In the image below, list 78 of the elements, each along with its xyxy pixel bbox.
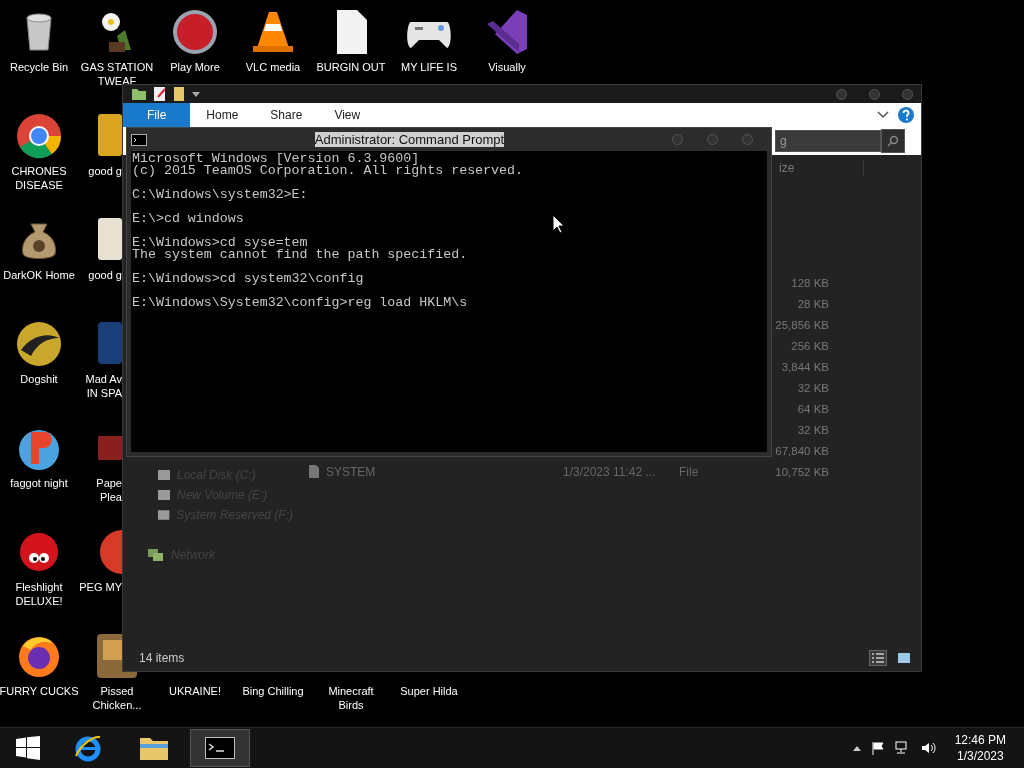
icon-label[interactable]: DarkOK Home [3,268,75,282]
icon-label[interactable]: MY LIFE IS [400,60,457,74]
console-line: E:\Windows>cd syse=tem [132,237,308,249]
icon-label[interactable]: Mad Av IN SPA [85,372,122,400]
search-field[interactable]: g [775,130,881,152]
icon-label[interactable]: Minecraft Birds [328,684,374,712]
browser-icon [15,112,63,160]
file-size: 64 KB [797,402,829,415]
ribbon-tab[interactable]: View [318,103,377,127]
icon-label[interactable]: good g [88,164,122,178]
flag-icon[interactable] [870,741,885,755]
file-size: 32 KB [797,423,829,436]
folder-icon[interactable] [173,86,185,102]
large-icons-view-button[interactable] [895,650,913,666]
terminal-taskbar-button[interactable] [190,729,250,767]
clock[interactable]: 12:46 PM 1/3/2023 [954,732,1006,764]
file-size: 67,840 KB [775,444,829,457]
icon-label[interactable]: Pissed Chicken... [92,684,142,712]
icon-label[interactable]: PEG MY [79,580,122,594]
column-header[interactable]: ize [779,161,864,175]
console-line: C:\Windows\system32>E: [132,189,308,201]
console-line: The system cannot find the path specified. [132,249,468,261]
icon-label[interactable]: Bing Chilling [242,684,304,698]
console-line: Microsoft Windows [Version 6.3.9600] [132,153,420,165]
ribbon-tab[interactable]: Share [254,103,319,127]
drive-icon [157,469,171,481]
notepad-icon[interactable] [153,86,167,102]
dropdown-icon[interactable] [191,89,201,99]
icon-label[interactable]: Dogshit [20,372,58,386]
console-line: E:\Windows>cd system32\config [132,273,364,285]
icon-label[interactable]: good g [88,268,122,282]
console-line: (c) 2015 TeamOS Corporation. All rights reserved. [132,165,523,177]
ball-icon [171,8,219,56]
item-count: 14 items [139,651,185,665]
speaker-icon[interactable] [920,741,937,755]
icon-label[interactable]: Recycle Bin [9,60,69,74]
search-icon [887,135,899,147]
file-size: 32 KB [797,381,829,394]
file-type: File [679,464,700,479]
drive-icon [157,509,171,521]
icon-label[interactable]: Pape Plea [96,476,122,504]
icon-label[interactable]: Visually [488,60,526,74]
disc-icon [15,320,63,368]
file-icon [308,464,320,479]
window-title: Administrator: Command Prompt [314,132,505,147]
icon-label[interactable]: BURGIN OUT [316,60,386,74]
file-size: 25,856 KB [775,318,829,331]
icon-label[interactable]: VLC media [245,60,301,74]
browser-icon [74,734,102,762]
details-view-button[interactable] [869,650,887,666]
icon-label[interactable]: Fleshlight DELUXE! [15,580,63,608]
terminal-icon [205,737,235,759]
icon-label[interactable]: GAS STATION TWEAF [80,60,154,88]
terminal-icon [131,133,147,146]
file-size: 128 KB [791,276,829,289]
console-line: E:\Windows\System32\config>reg load HKLM\s [132,297,468,309]
file-size: 10,752 KB [775,465,829,478]
clock-time: 12:46 PM [954,732,1006,748]
file-size: 3,844 KB [781,360,829,373]
console-line: E:\>cd windows [132,213,244,225]
icon-label[interactable]: CHRONES DISEASE [11,164,67,192]
network-icon [147,548,165,562]
file-size: 28 KB [797,297,829,310]
icon-label[interactable]: faggot night [10,476,68,490]
file-date: 1/3/2023 11:42 ... [563,464,657,479]
icon-label[interactable]: UKRAINE! [169,684,221,698]
clock-date: 1/3/2023 [956,748,1004,764]
search-button[interactable] [881,129,905,153]
chevron-up-icon[interactable] [852,745,861,751]
file-size: 256 KB [791,339,829,352]
icon-label[interactable]: Play More [170,60,220,74]
windows-logo-icon [16,736,40,760]
folder-icon[interactable] [131,87,147,101]
drive-icon [157,489,171,501]
cursor-icon [552,214,564,234]
icon-label[interactable]: Super Hilda [400,684,458,698]
icon-label[interactable]: FURRY CUCKS [0,684,79,698]
ribbon-tab[interactable]: Home [190,103,255,127]
